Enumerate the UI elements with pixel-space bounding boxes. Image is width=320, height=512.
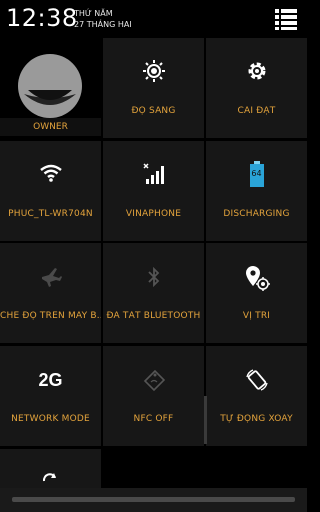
nfc-tile[interactable]: NFC OFF: [103, 346, 204, 446]
signal-tile[interactable]: VINAPHONE: [103, 141, 204, 241]
settings-label: CÀI ĐẶT: [237, 106, 276, 116]
status-bar: 12:38 THỨ NĂM 27 THÁNG HAI: [0, 0, 307, 38]
2g-icon: 2G: [38, 370, 63, 390]
battery-tile[interactable]: 64 DISCHARGING: [206, 141, 307, 241]
rotate-label: TỰ ĐỘNG XOAY: [220, 414, 293, 424]
weekday: THỨ NĂM: [74, 9, 113, 18]
airplane-icon: [41, 268, 62, 287]
owner-tile[interactable]: OWNER: [0, 38, 101, 138]
wifi-tile[interactable]: PHUC_TL-WR704N: [0, 141, 101, 241]
location-tile[interactable]: VỊ TRÍ: [206, 243, 307, 343]
nfc-icon: [143, 369, 165, 392]
sync-icon: [42, 473, 56, 482]
date: 27 THÁNG HAI: [74, 20, 132, 29]
clock: 12:38: [6, 4, 78, 32]
network-mode-tile[interactable]: 2G NETWORK MODE: [0, 346, 101, 446]
gear-icon: [248, 62, 265, 80]
settings-tile[interactable]: CÀI ĐẶT: [206, 38, 307, 138]
airplane-label: CHẾ ĐỘ TRÊN MÁY B...: [0, 311, 101, 321]
nfc-label: NFC OFF: [133, 414, 174, 424]
rotate-tile[interactable]: TỰ ĐỘNG XOAY: [206, 346, 307, 446]
signal-label: VINAPHONE: [125, 209, 182, 219]
wifi-icon: [39, 164, 62, 182]
airplane-tile[interactable]: CHẾ ĐỘ TRÊN MÁY B...: [0, 243, 101, 343]
location-icon: [245, 266, 270, 291]
bluetooth-icon: [147, 266, 159, 288]
wifi-label: PHUC_TL-WR704N: [8, 209, 93, 219]
rotate-icon: [245, 369, 268, 391]
signal-icon: [142, 163, 164, 184]
network-mode-label: NETWORK MODE: [11, 414, 90, 424]
drag-handle[interactable]: [12, 497, 295, 502]
location-label: VỊ TRÍ: [242, 311, 271, 321]
battery-label: DISCHARGING: [223, 209, 290, 219]
bluetooth-label: ĐÃ TẮT BLUETOOTH: [106, 311, 201, 321]
brightness-tile[interactable]: ĐỘ SÁNG: [103, 38, 204, 138]
battery-level: 64: [251, 169, 262, 178]
scroll-edge: [204, 396, 207, 444]
list-menu-icon: [275, 9, 297, 30]
battery-icon: 64: [249, 161, 264, 187]
date-block: THỨ NĂM 27 THÁNG HAI: [74, 8, 132, 30]
sync-tile[interactable]: [0, 449, 101, 488]
bluetooth-tile[interactable]: ĐÃ TẮT BLUETOOTH: [103, 243, 204, 343]
owner-label: OWNER: [0, 118, 101, 136]
brightness-label: ĐỘ SÁNG: [131, 106, 176, 116]
brightness-icon: [142, 60, 165, 82]
list-menu-button[interactable]: [275, 8, 297, 30]
